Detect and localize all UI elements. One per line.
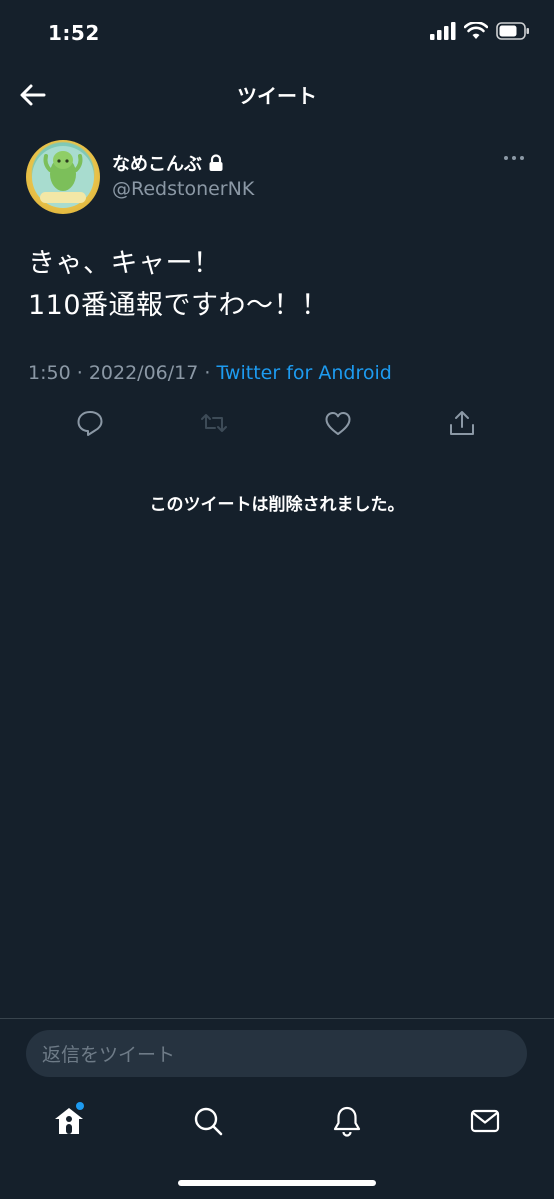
- tweet-actions: [0, 404, 554, 444]
- page-title: ツイート: [237, 84, 317, 108]
- user-handle[interactable]: @RedstonerNK: [112, 178, 254, 200]
- messages-icon[interactable]: [468, 1104, 502, 1138]
- tweet-author: なめこんぶ @RedstonerNK: [26, 140, 536, 216]
- tweet-date: 2022/06/17: [88, 362, 199, 384]
- divider: [0, 1018, 554, 1019]
- tweet-meta: 1:50 · 2022/06/17 · Twitter for Android: [28, 362, 392, 384]
- reply-input[interactable]: 返信をツイート: [26, 1030, 527, 1077]
- avatar-illustration: [32, 146, 94, 208]
- status-icons: [430, 22, 530, 40]
- more-options-icon[interactable]: [502, 148, 526, 168]
- bottom-tab-bar: [0, 1098, 554, 1146]
- reply-placeholder: 返信をツイート: [42, 1044, 176, 1066]
- home-notification-dot: [76, 1102, 84, 1110]
- top-nav: ツイート: [0, 70, 554, 118]
- reply-icon[interactable]: [75, 408, 105, 438]
- display-name-text: なめこんぶ: [112, 154, 202, 175]
- like-icon[interactable]: [323, 408, 353, 438]
- tweet-text: きゃ、キャー！ 110番通報ですわ〜！！: [28, 243, 528, 327]
- avatar[interactable]: [26, 140, 100, 214]
- tweet-client-link[interactable]: Twitter for Android: [216, 362, 391, 384]
- tweet-line: きゃ、キャー！: [28, 248, 221, 279]
- display-name[interactable]: なめこんぶ: [112, 150, 224, 176]
- tweet-time: 1:50: [28, 362, 71, 384]
- search-icon[interactable]: [191, 1104, 225, 1138]
- home-indicator[interactable]: [178, 1180, 376, 1186]
- notifications-icon[interactable]: [330, 1104, 364, 1138]
- tweet-line: 110番通報ですわ〜！！: [28, 290, 329, 321]
- status-time: 1:52: [48, 21, 100, 45]
- share-icon[interactable]: [447, 408, 477, 438]
- meta-separator: ·: [76, 362, 83, 384]
- meta-separator: ·: [204, 362, 211, 384]
- retweet-icon: [201, 414, 227, 432]
- battery-icon: [496, 22, 529, 40]
- lock-icon: [209, 154, 223, 171]
- status-bar: 1:52: [0, 0, 554, 64]
- wifi-icon: [464, 22, 488, 39]
- signal-icon: [430, 22, 456, 40]
- deleted-notice: このツイートは削除されました。: [149, 495, 405, 515]
